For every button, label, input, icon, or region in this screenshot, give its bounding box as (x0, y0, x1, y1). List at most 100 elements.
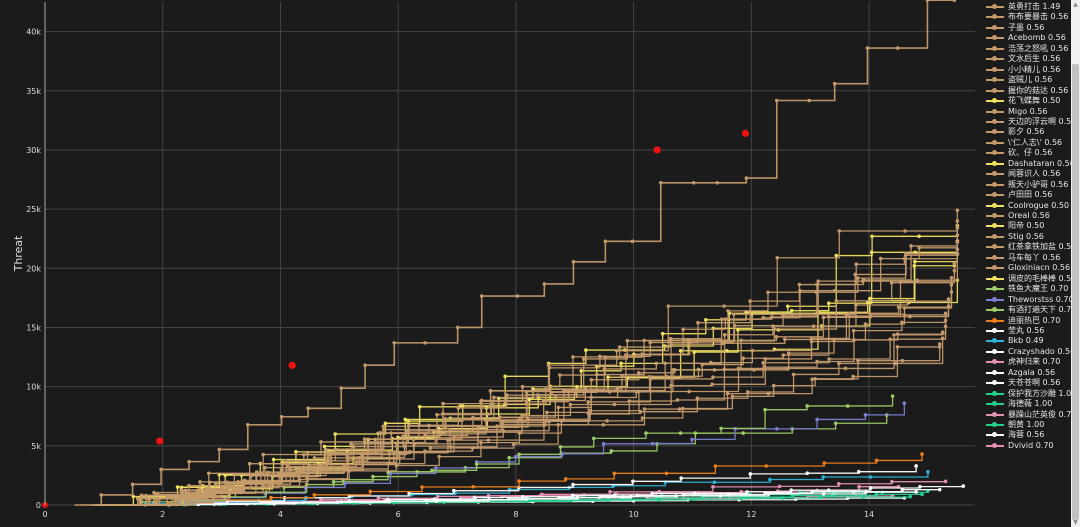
legend-item[interactable]: 盗贼儿 0.56 (986, 75, 1052, 85)
legend-item[interactable]: 虎神归来 0.70 (986, 357, 1060, 367)
legend-label: 握你的菇达 0.56 (1008, 85, 1069, 95)
threat-chart: 0 2 4 6 8 10 12 14 0 5k 10k 15k 20k 25k 30k 35k 40k Thr… (0, 0, 986, 527)
data-point (556, 405, 561, 410)
data-point (687, 389, 691, 394)
data-point (680, 406, 685, 411)
legend-item[interactable]: 调皮的毛棒棒 0.50 (986, 274, 1076, 284)
data-point (660, 331, 665, 336)
legend-label: Theworstss 0.70 (1008, 294, 1074, 304)
legend-item[interactable]: 保护我方沙雕 1.00 (986, 389, 1076, 399)
data-point (741, 431, 745, 435)
legend-item[interactable]: Coolrogue 0.50 (986, 201, 1069, 211)
legend-item[interactable]: \'仁人志\' 0.56 (986, 138, 1062, 148)
legend-item[interactable]: Dashataran 0.50 (986, 159, 1075, 169)
legend-item[interactable]: 花飞蝶舞 0.50 (986, 96, 1060, 106)
legend-item[interactable]: Migo 0.56 (986, 107, 1047, 117)
data-point (811, 324, 816, 328)
legend-swatch-icon (986, 2, 1004, 12)
data-point (917, 234, 921, 239)
legend-label: 保护我方沙雕 1.00 (1008, 388, 1077, 398)
data-point (874, 492, 879, 497)
legend-item[interactable]: Acebomb 0.56 (986, 33, 1066, 43)
legend-item[interactable]: 红茶拿铁加盐 0.56 (986, 242, 1076, 252)
scroll-up-arrow-icon[interactable]: ▲ (1072, 1, 1079, 8)
legend-item[interactable]: 文水后生 0.56 (986, 54, 1060, 64)
legend-item[interactable]: 马车每丫 0.56 (986, 253, 1060, 263)
data-point (745, 490, 749, 494)
data-point (914, 464, 918, 468)
legend-item[interactable]: 海德薇 1.00 (986, 399, 1052, 409)
legend-label: 马车每丫 0.56 (1008, 252, 1061, 262)
legend-item[interactable]: 小小精儿 0.56 (986, 65, 1060, 75)
data-point (279, 468, 284, 472)
legend-item[interactable]: 英勇打击 1.49 (986, 2, 1060, 12)
data-point (441, 401, 445, 406)
legend-item[interactable]: 子墨 0.56 (986, 23, 1044, 33)
legend-item[interactable]: 浩荡之怒吼 0.56 (986, 44, 1068, 54)
legend-item[interactable]: 闻蓉识人 0.56 (986, 169, 1060, 179)
legend-item[interactable]: 布布要暴击 0.56 (986, 12, 1068, 22)
legend-item[interactable]: 影夕 0.56 (986, 127, 1044, 137)
legend-item[interactable]: 天苍苍啊 0.56 (986, 378, 1060, 388)
legend-item[interactable]: Azgala 0.56 (986, 368, 1055, 378)
data-point (605, 419, 609, 423)
legend-item[interactable]: 握你的菇达 0.56 (986, 86, 1068, 96)
data-point (165, 494, 169, 499)
legend-swatch-icon (986, 65, 1004, 75)
data-point (601, 423, 606, 427)
data-point (644, 431, 648, 435)
legend-scrollbar[interactable]: ▲ ▼ (1071, 0, 1080, 527)
legend-item[interactable]: Crazyshado 0.56 (986, 347, 1075, 357)
legend-swatch-icon (986, 138, 1004, 148)
legend-label: 调皮的毛棒棒 0.50 (1008, 273, 1077, 283)
legend-item[interactable]: Dvivid 0.70 (986, 441, 1054, 451)
data-point (139, 493, 144, 498)
legend-item[interactable]: 砍、仔 0.56 (986, 148, 1052, 158)
legend-item[interactable]: 铁鱼大魔王 0.70 (986, 284, 1068, 294)
legend-swatch-icon (986, 221, 1004, 231)
data-point (874, 458, 879, 463)
scroll-down-arrow-icon[interactable]: ▼ (1072, 519, 1079, 526)
x-tick-label: 0 (42, 510, 47, 519)
data-point (507, 455, 511, 460)
data-point (333, 447, 338, 452)
data-point (946, 297, 951, 301)
data-point (540, 492, 544, 497)
data-point (479, 440, 483, 445)
legend-label: 暴躁山茫英俊 0.70 (1008, 409, 1077, 419)
legend-item[interactable]: 暴躁山茫英俊 0.70 (986, 410, 1076, 420)
legend-swatch-icon (986, 107, 1004, 117)
data-point (437, 454, 442, 459)
legend-label: 莹丸 0.56 (1008, 325, 1045, 335)
data-point (471, 485, 475, 489)
legend-item[interactable]: 天边的浮云啊 0.56 (986, 117, 1076, 127)
legend-label: 布布要暴击 0.56 (1008, 12, 1069, 22)
legend-item[interactable]: 叛天小驴哥 0.56 (986, 180, 1068, 190)
legend-item[interactable]: 卢田田 0.56 (986, 190, 1052, 200)
data-point (503, 374, 507, 379)
data-point (542, 282, 547, 286)
legend-item[interactable]: 朝黄 1.00 (986, 420, 1044, 430)
data-point (775, 255, 780, 260)
legend-item[interactable]: 海蓉 0.56 (986, 430, 1044, 440)
legend-item[interactable]: 莹丸 0.56 (986, 326, 1044, 336)
legend-item[interactable]: 阳帝 0.50 (986, 221, 1044, 231)
data-point (908, 314, 912, 319)
data-point (269, 495, 273, 500)
data-point (690, 437, 694, 442)
data-point (333, 432, 337, 436)
data-point (347, 499, 352, 504)
scroll-thumb[interactable] (1072, 64, 1079, 520)
legend-item[interactable]: Stig 0.56 (986, 232, 1044, 242)
data-point (175, 485, 180, 489)
legend-swatch-icon (986, 190, 1004, 200)
legend-item[interactable]: Bkb 0.49 (986, 336, 1044, 346)
legend-swatch-icon (986, 336, 1004, 346)
legend-item[interactable]: 迪丽热巴 0.70 (986, 316, 1060, 326)
legend-label: 英勇打击 1.49 (1008, 2, 1061, 11)
legend-item[interactable]: Gloxiniacn 0.56 (986, 263, 1070, 273)
legend-item[interactable]: Oreal 0.56 (986, 211, 1050, 221)
legend-item[interactable]: Theworstss 0.70 (986, 295, 1074, 305)
legend-item[interactable]: 有酒打遍天下 0.70 (986, 305, 1076, 315)
data-point (571, 355, 575, 359)
